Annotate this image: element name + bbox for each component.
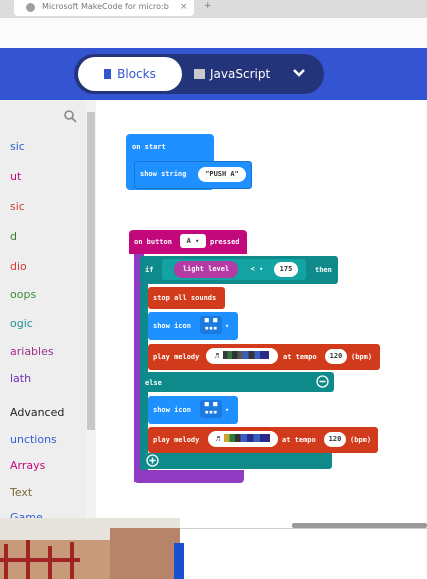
chair-leg [48,546,52,579]
desk-photo-region [0,518,180,579]
category-item[interactable]: ogic [10,317,33,330]
tempo-value[interactable]: 120 [324,432,346,447]
bpm-label: (bpm) [350,436,372,444]
else-row[interactable] [140,372,334,392]
chair-bar [0,558,80,562]
workspace-horizontal-scrollbar[interactable] [292,523,427,528]
add-else-if-icon[interactable] [146,454,159,467]
makecode-favicon-icon [26,3,35,12]
then-label: then [315,266,332,274]
partial-button [174,543,184,579]
dropdown-arrow-icon[interactable]: ▾ [225,406,229,414]
play-melody-label: play melody [153,353,200,361]
show-icon-label: show icon [153,406,191,414]
toolbar-gap [0,18,427,48]
on-button-label: on button [134,238,172,246]
push-a-string[interactable]: "PUSH A" [198,167,246,182]
at-tempo-label: at tempo [282,436,316,444]
screen: Microsoft MakeCode for micro:b × + Block… [0,0,427,579]
category-item[interactable]: Text [10,486,32,499]
search-icon[interactable] [63,109,77,123]
light-level-block[interactable]: light level [174,261,238,278]
show-string-label: show string [140,170,187,178]
if-bottom-bar [140,453,332,469]
category-item[interactable]: d [10,230,17,243]
blocks-icon [104,69,112,79]
event-bottom-cap [134,470,244,483]
javascript-label: JavaScript [210,67,271,81]
remove-else-icon[interactable] [316,375,329,388]
melody-bars [223,351,270,359]
melody-picker[interactable]: ♬ [206,348,278,364]
floor-tiles [110,528,180,579]
operator-dropdown[interactable]: < ▾ [246,263,268,276]
show-icon-label: show icon [153,322,191,330]
smiley-icon[interactable]: ■ ■ ▪▪▪ [200,400,222,418]
music-note-icon: ♬ [214,352,219,360]
threshold-value[interactable]: 175 [274,262,298,277]
chevron-down-icon[interactable] [292,66,306,80]
on-start-label: on start [132,143,166,151]
else-label: else [145,379,162,387]
new-tab-icon[interactable]: + [204,1,212,11]
category-item[interactable]: ariables [10,345,54,358]
blocks-label: Blocks [117,67,156,81]
category-item[interactable]: sic [10,200,25,213]
category-item[interactable]: lath [10,372,31,385]
music-note-icon: ♬ [215,435,220,443]
tempo-value[interactable]: 120 [325,349,347,364]
pressed-label: pressed [210,238,240,246]
bpm-label: (bpm) [351,353,373,361]
tab-close-icon[interactable]: × [180,0,188,14]
javascript-icon [194,69,205,79]
category-item[interactable]: ut [10,170,21,183]
category-item[interactable]: oops [10,288,36,301]
smiley-icon[interactable]: ■ ■ ▪▪▪ [200,316,222,334]
if-label: if [145,266,154,274]
at-tempo-label: at tempo [283,353,317,361]
javascript-button[interactable]: JavaScript [194,57,284,91]
tab-title: Microsoft MakeCode for micro:b [42,2,169,11]
blocks-button[interactable]: Blocks [78,57,182,91]
browser-tab-strip: Microsoft MakeCode for micro:b × + [0,0,427,18]
category-item[interactable]: Advanced [10,406,64,419]
melody-bars [224,434,271,442]
browser-tab[interactable]: Microsoft MakeCode for micro:b × [14,0,194,16]
category-item[interactable]: Arrays [10,459,45,472]
stop-all-sounds-block[interactable]: stop all sounds [148,287,225,309]
category-item[interactable]: unctions [10,433,57,446]
category-item[interactable]: sic [10,140,25,153]
play-melody-label: play melody [153,436,200,444]
category-item[interactable]: dio [10,260,27,273]
dropdown-arrow-icon[interactable]: ▾ [225,322,229,330]
button-dropdown[interactable]: A ▾ [180,234,206,248]
toolbox-scroll-thumb[interactable] [87,112,95,430]
melody-picker[interactable]: ♬ [208,431,278,447]
